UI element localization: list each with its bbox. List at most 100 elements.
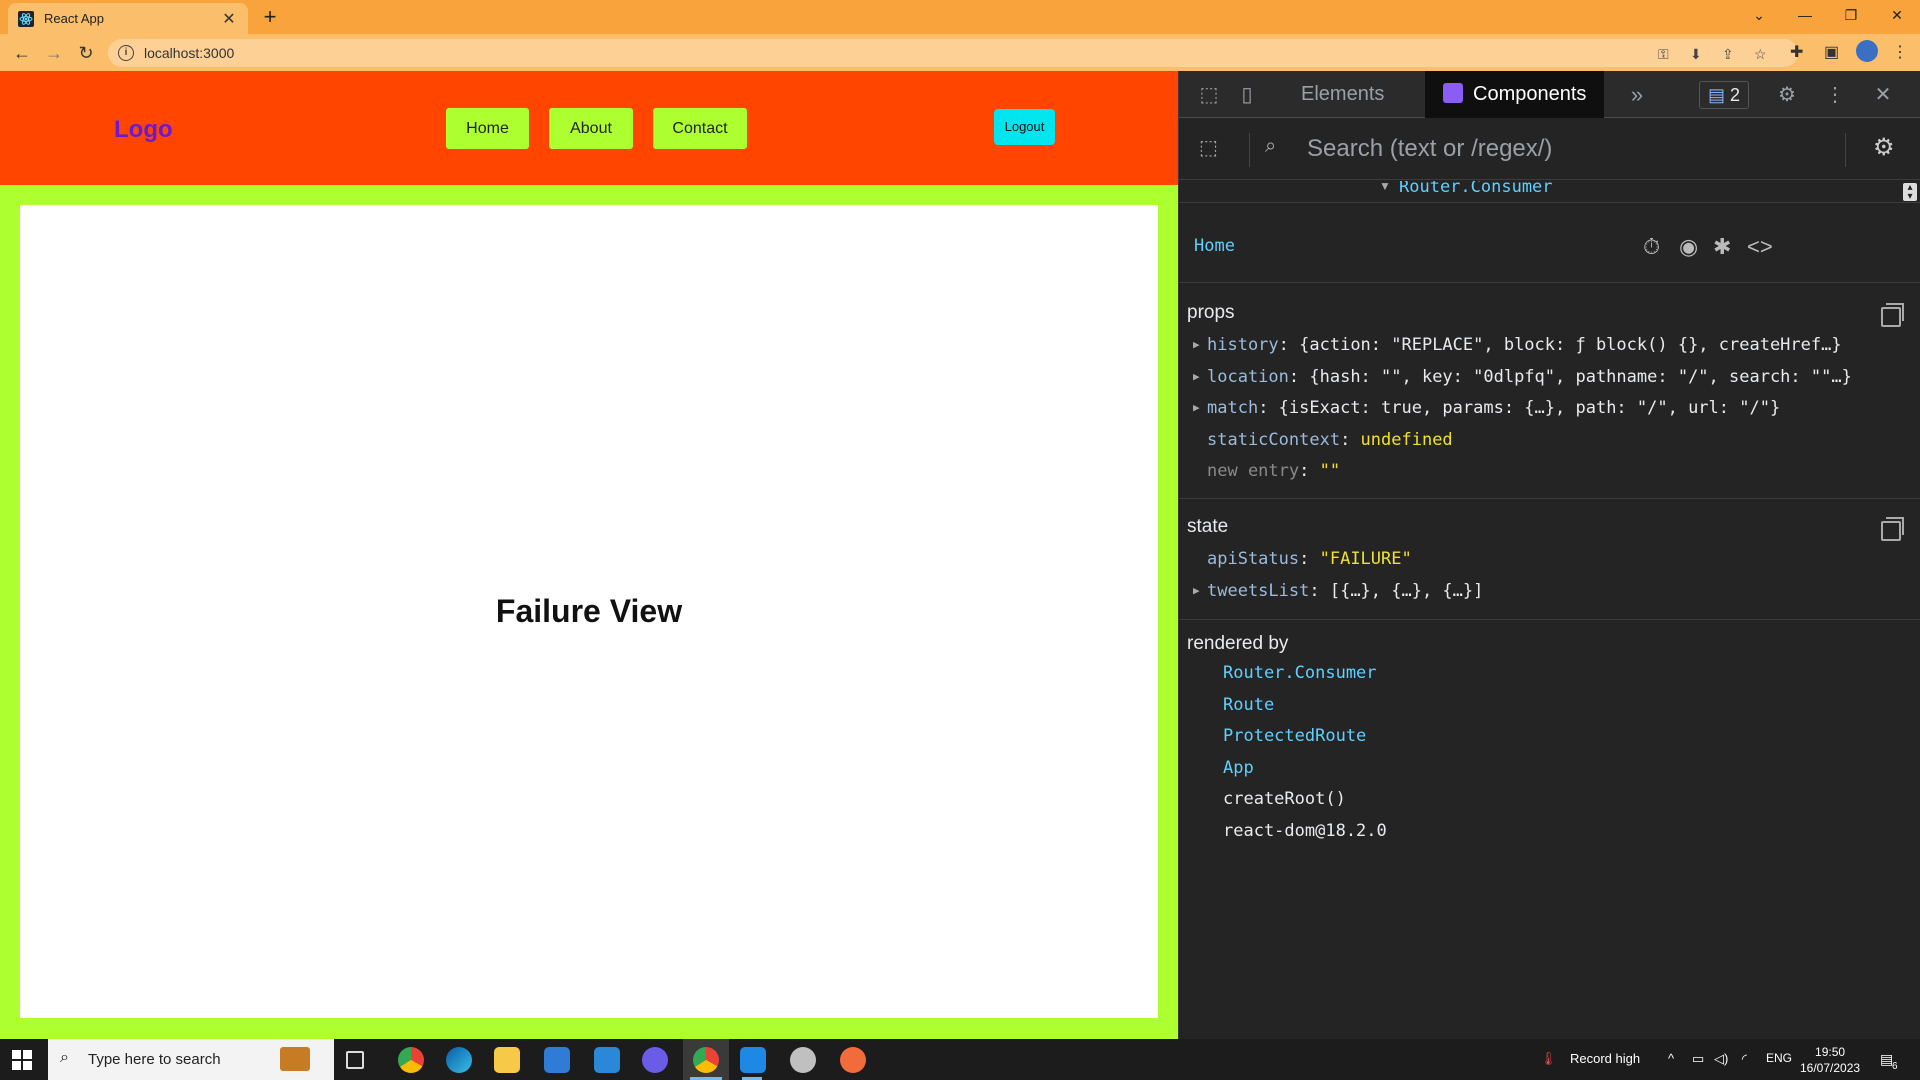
share-icon[interactable]: ⇪: [1722, 46, 1734, 63]
component-search-input[interactable]: [1307, 131, 1807, 167]
nav-contact-button[interactable]: Contact: [653, 108, 747, 149]
wifi-icon[interactable]: ◜: [1742, 1051, 1747, 1067]
battery-icon[interactable]: ▭: [1692, 1051, 1704, 1067]
tree-scrollbar[interactable]: ▴ ▾: [1903, 183, 1917, 202]
colon: :: [1340, 429, 1361, 450]
props-row[interactable]: ▶ history: {action: "REPLACE", block: ƒ b…: [1193, 335, 1842, 355]
site-info-icon[interactable]: i: [118, 45, 134, 61]
postman-app-icon[interactable]: [840, 1047, 866, 1073]
close-devtools-icon[interactable]: ✕: [1869, 81, 1897, 109]
media-player-icon[interactable]: [642, 1047, 668, 1073]
rendered-by-item[interactable]: Route: [1223, 695, 1274, 715]
inspect-dom-eye-icon[interactable]: ◉: [1679, 234, 1698, 260]
state-row[interactable]: ▶ tweetsList: [{…}, {…}, {…}]: [1193, 581, 1483, 601]
reload-icon[interactable]: ↻: [72, 40, 100, 66]
props-key: location: [1207, 366, 1289, 387]
log-bug-icon[interactable]: ✱: [1713, 234, 1731, 260]
state-value[interactable]: [{…}, {…}, {…}]: [1330, 581, 1484, 601]
props-value[interactable]: "": [1320, 461, 1340, 481]
install-app-icon[interactable]: ⬇: [1690, 46, 1702, 63]
inspect-element-icon[interactable]: ⬚: [1195, 81, 1223, 109]
copy-props-icon[interactable]: [1881, 303, 1904, 327]
rendered-by-item[interactable]: Router.Consumer: [1223, 663, 1377, 683]
forward-icon[interactable]: →: [40, 40, 68, 66]
rendered-by-item[interactable]: ProtectedRoute: [1223, 726, 1366, 746]
profile-avatar[interactable]: [1856, 40, 1878, 62]
expand-arrow-icon[interactable]: ▶: [1193, 584, 1207, 597]
tree-node-router-consumer[interactable]: Router.Consumer: [1399, 181, 1553, 197]
state-key: tweetsList: [1207, 580, 1310, 601]
copy-state-icon[interactable]: [1881, 517, 1904, 541]
clock[interactable]: 19:50 16/07/2023: [1800, 1044, 1860, 1076]
more-tabs-icon[interactable]: »: [1623, 81, 1651, 109]
props-value[interactable]: {action: "REPLACE", block: ƒ block() {},…: [1299, 335, 1841, 355]
windows-taskbar: ⌕ Type here to search 🌡 Record high ^ ▭ …: [0, 1039, 1920, 1080]
suspend-timer-icon[interactable]: ⏱: [1643, 234, 1660, 260]
nav-about-button[interactable]: About: [549, 108, 633, 149]
webstorm-app-icon[interactable]: [740, 1047, 766, 1073]
props-row[interactable]: ▶ location: {hash: "", key: "0dlpfq", pat…: [1193, 367, 1852, 387]
windows-start-icon[interactable]: [12, 1050, 32, 1070]
props-value[interactable]: {isExact: true, params: {…}, path: "/", …: [1279, 398, 1781, 418]
taskbar-search-box[interactable]: ⌕ Type here to search: [48, 1039, 334, 1080]
chrome-active-app-icon[interactable]: [693, 1047, 719, 1073]
password-key-icon[interactable]: ⚿: [1658, 46, 1669, 63]
weather-text[interactable]: Record high: [1570, 1051, 1640, 1066]
file-explorer-icon[interactable]: [494, 1047, 520, 1073]
state-row: apiStatus: "FAILURE": [1193, 549, 1412, 569]
view-source-icon[interactable]: <>: [1747, 234, 1773, 260]
props-section-title: props: [1187, 302, 1235, 323]
address-bar[interactable]: i localhost:3000 ⚿ ⬇ ⇪ ☆: [108, 39, 1798, 67]
rendered-by-item[interactable]: App: [1223, 758, 1254, 778]
extensions-icon[interactable]: ✚: [1790, 42, 1803, 62]
tab-components[interactable]: Components: [1425, 71, 1605, 118]
expand-arrow-icon[interactable]: ▶: [1193, 370, 1207, 383]
restore-button[interactable]: ❐: [1828, 0, 1874, 30]
volume-icon[interactable]: ◁): [1714, 1051, 1728, 1067]
divider: [1249, 133, 1250, 167]
devtools-menu-icon[interactable]: ⋮: [1821, 81, 1849, 109]
app-icon[interactable]: [790, 1047, 816, 1073]
props-row[interactable]: ▶ match: {isExact: true, params: {…}, pat…: [1193, 398, 1780, 418]
chrome-menu-icon[interactable]: ⋮: [1892, 42, 1908, 62]
task-view-icon[interactable]: [346, 1051, 364, 1069]
select-component-icon[interactable]: ⬚: [1199, 135, 1227, 163]
component-tree-strip: ▼ Router.Consumer ▴ ▾: [1179, 181, 1920, 203]
browser-tab[interactable]: React App ✕: [8, 3, 248, 34]
settings-gear-icon[interactable]: ⚙: [1773, 81, 1801, 109]
props-value[interactable]: {hash: "", key: "0dlpfq", pathname: "/",…: [1309, 367, 1851, 387]
components-settings-icon[interactable]: ⚙: [1873, 133, 1895, 162]
props-value[interactable]: undefined: [1361, 430, 1453, 450]
selected-component-header: Home ⏱ ◉ ✱ <>: [1179, 204, 1920, 283]
tab-close-icon[interactable]: ✕: [220, 9, 238, 29]
close-window-button[interactable]: ✕: [1874, 0, 1920, 30]
minimize-button[interactable]: —: [1782, 0, 1828, 30]
microsoft-store-icon[interactable]: [544, 1047, 570, 1073]
language-indicator[interactable]: ENG: [1766, 1051, 1792, 1065]
chrome-app-icon[interactable]: [398, 1047, 424, 1073]
mail-app-icon[interactable]: [594, 1047, 620, 1073]
taskbar-search-placeholder: Type here to search: [88, 1051, 221, 1068]
logout-button[interactable]: Logout: [994, 109, 1055, 145]
collapse-arrow-icon[interactable]: ▼: [1379, 181, 1391, 193]
issues-badge[interactable]: ▤ 2: [1699, 81, 1749, 109]
new-tab-button[interactable]: +: [256, 3, 284, 31]
tray-expand-icon[interactable]: ^: [1668, 1051, 1674, 1066]
tab-elements[interactable]: Elements: [1283, 71, 1402, 118]
state-value[interactable]: "FAILURE": [1320, 549, 1412, 569]
expand-arrow-icon[interactable]: ▶: [1193, 338, 1207, 351]
edge-app-icon[interactable]: [446, 1047, 472, 1073]
clock-time: 19:50: [1815, 1045, 1846, 1059]
side-panel-icon[interactable]: ▣: [1824, 42, 1839, 62]
divider: [1179, 619, 1920, 620]
back-icon[interactable]: ←: [8, 40, 36, 66]
bookmark-star-icon[interactable]: ☆: [1754, 46, 1767, 63]
tab-search-icon[interactable]: ⌄: [1736, 0, 1782, 30]
state-key: apiStatus: [1207, 549, 1300, 569]
thermometer-icon[interactable]: 🌡: [1540, 1051, 1557, 1067]
device-toolbar-icon[interactable]: ▯: [1233, 81, 1261, 109]
nav-home-button[interactable]: Home: [446, 108, 529, 149]
app-logo[interactable]: Logo: [114, 116, 173, 144]
colon: :: [1309, 580, 1330, 601]
expand-arrow-icon[interactable]: ▶: [1193, 401, 1207, 414]
